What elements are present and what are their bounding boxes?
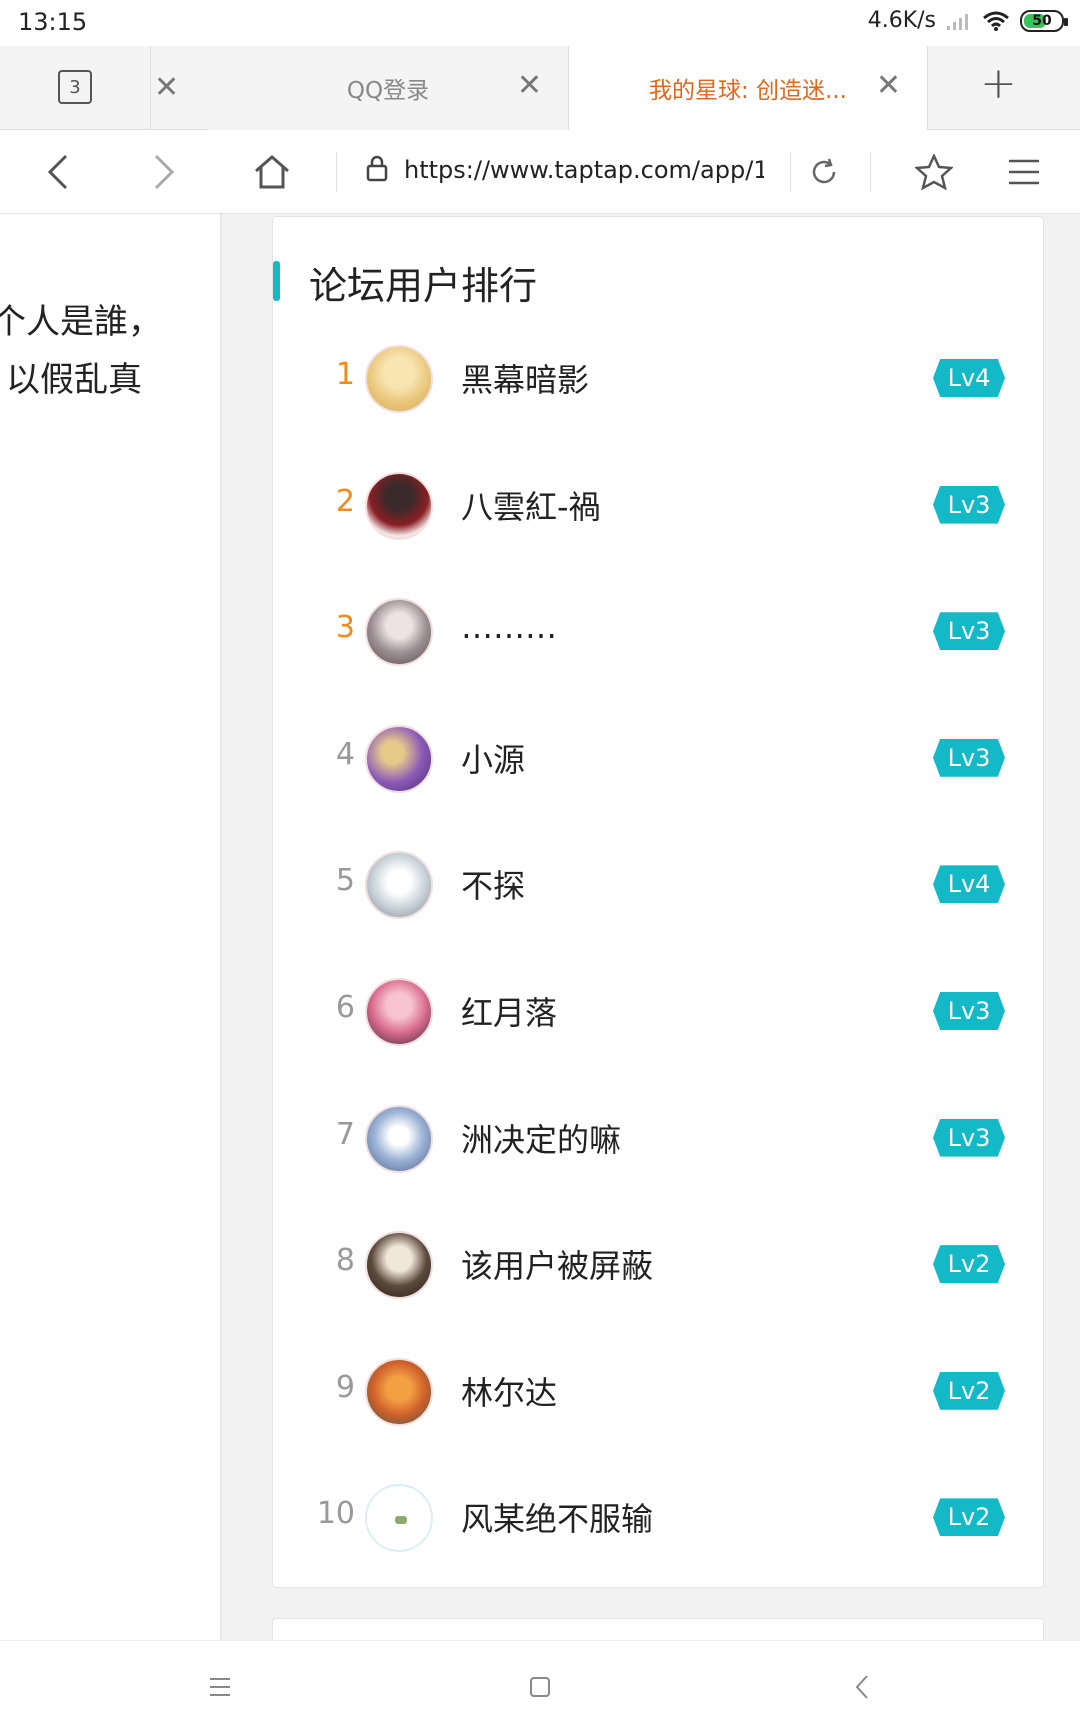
- tab-qq-login[interactable]: QQ登录 ✕: [208, 46, 568, 130]
- rank-number: 1: [335, 357, 355, 392]
- back-triangle-icon[interactable]: [842, 1667, 882, 1707]
- forum-user-ranking-card: 论坛用户排行 1 黑幕暗影 Lv4 2 八雲紅-禍 Lv3 3 ……… Lv3 …: [272, 216, 1044, 1588]
- home-icon[interactable]: [250, 150, 294, 194]
- battery-level: 50: [1032, 12, 1052, 29]
- username[interactable]: 小源: [461, 735, 525, 781]
- network-speed: 4.6K/s: [867, 8, 936, 33]
- ranking-row[interactable]: 6 红月落 Lv3: [273, 950, 1045, 1077]
- status-bar: 13:15 4.6K/s 50: [0, 0, 1080, 46]
- user-avatar[interactable]: [365, 1357, 433, 1426]
- ranking-row[interactable]: 10 风某绝不服输 Lv2: [273, 1456, 1045, 1583]
- tab-active-taptap[interactable]: 我的星球: 创造迷... ✕: [568, 46, 928, 130]
- rank-number: 8: [335, 1243, 355, 1279]
- reload-icon[interactable]: [802, 150, 846, 194]
- ranking-row[interactable]: 5 不探 Lv4: [273, 823, 1045, 950]
- level-badge: Lv3: [933, 991, 1005, 1030]
- url-field[interactable]: https://www.taptap.com/app/183: [404, 156, 764, 184]
- user-avatar[interactable]: [365, 345, 433, 413]
- left-article-column: 个人是誰， 以假乱真: [0, 214, 222, 1640]
- tab-title: QQ登录: [346, 78, 430, 104]
- level-badge: Lv3: [933, 612, 1005, 651]
- status-time: 13:15: [18, 8, 88, 36]
- user-avatar[interactable]: [365, 724, 433, 793]
- tab-title: 我的星球: 创造迷...: [649, 78, 847, 104]
- username[interactable]: 红月落: [461, 988, 557, 1034]
- ranking-row[interactable]: 8 该用户被屏蔽 Lv2: [273, 1203, 1045, 1330]
- level-badge: Lv3: [933, 738, 1005, 777]
- ranking-row[interactable]: 9 林尔达 Lv2: [273, 1330, 1045, 1457]
- user-avatar[interactable]: [365, 1231, 433, 1300]
- rank-number: 9: [335, 1369, 355, 1405]
- level-badge: Lv4: [933, 359, 1005, 397]
- recent-apps-icon[interactable]: [200, 1667, 240, 1707]
- new-tab-button[interactable]: +: [980, 58, 1017, 109]
- tab-switcher-button[interactable]: 3: [58, 70, 92, 104]
- level-badge: Lv2: [933, 1371, 1005, 1410]
- username[interactable]: 黑幕暗影: [461, 355, 589, 401]
- article-text-line: 个人是誰，: [0, 302, 162, 342]
- home-square-icon[interactable]: [520, 1667, 560, 1707]
- close-tab-icon[interactable]: ✕: [517, 68, 542, 103]
- status-indicators: 4.6K/s 50: [867, 8, 1068, 33]
- ranking-row[interactable]: 7 洲决定的嘛 Lv3: [273, 1077, 1045, 1204]
- level-badge: Lv3: [933, 1118, 1005, 1157]
- ranking-row[interactable]: 4 小源 Lv3: [273, 697, 1045, 824]
- username[interactable]: 该用户被屏蔽: [461, 1241, 653, 1287]
- system-navigation-bar: [0, 1640, 1080, 1728]
- browser-screen: 13:15 4.6K/s 50 3 ✕ QQ登录 ✕ 我的星球: 创造迷... …: [0, 0, 1080, 1728]
- web-content: 个人是誰， 以假乱真 论坛用户排行 1 黑幕暗影 Lv4 2 八雲紅-禍 Lv3: [0, 214, 1080, 1678]
- wifi-icon: [982, 10, 1010, 32]
- level-badge: Lv2: [933, 1498, 1005, 1537]
- user-avatar[interactable]: [365, 1484, 433, 1553]
- article-text-line: 以假乱真: [6, 360, 142, 400]
- menu-icon[interactable]: [1002, 150, 1046, 194]
- ranking-row[interactable]: 2 八雲紅-禍 Lv3: [273, 444, 1045, 571]
- close-tab-icon[interactable]: ✕: [876, 68, 901, 103]
- username[interactable]: 八雲紅-禍: [461, 482, 601, 528]
- user-avatar[interactable]: [365, 598, 433, 667]
- user-avatar[interactable]: [365, 851, 433, 920]
- level-badge: Lv2: [933, 1245, 1005, 1284]
- tab-bar: 3 ✕ QQ登录 ✕ 我的星球: 创造迷... ✕ +: [0, 46, 1080, 130]
- forward-icon[interactable]: [142, 150, 186, 194]
- close-icon[interactable]: ✕: [154, 70, 179, 105]
- ranking-row[interactable]: 3 ……… Lv3: [273, 570, 1045, 697]
- bookmark-star-icon[interactable]: [912, 150, 956, 194]
- level-badge: Lv3: [933, 485, 1005, 524]
- rank-number: 4: [335, 736, 355, 772]
- user-avatar[interactable]: [365, 1104, 433, 1173]
- signal-icon: [946, 11, 972, 31]
- username[interactable]: 洲决定的嘛: [461, 1115, 621, 1161]
- user-avatar[interactable]: [365, 471, 433, 540]
- rank-number: 2: [335, 483, 355, 519]
- level-badge: Lv4: [933, 865, 1005, 904]
- username[interactable]: 林尔达: [461, 1368, 557, 1414]
- address-toolbar: https://www.taptap.com/app/183: [0, 130, 1080, 214]
- rank-number: 5: [335, 863, 355, 899]
- ranking-list: 1 黑幕暗影 Lv4 2 八雲紅-禍 Lv3 3 ……… Lv3 4 小源 Lv…: [273, 317, 1045, 1583]
- lock-icon: [366, 154, 388, 186]
- rank-number: 10: [316, 1496, 355, 1532]
- rank-number: 3: [335, 610, 355, 646]
- rank-number: 7: [335, 1116, 355, 1152]
- user-avatar[interactable]: [365, 977, 433, 1046]
- username[interactable]: 风某绝不服输: [461, 1494, 653, 1540]
- rank-number: 6: [335, 989, 355, 1025]
- username[interactable]: ………: [461, 608, 557, 646]
- ranking-row[interactable]: 1 黑幕暗影 Lv4: [273, 317, 1045, 444]
- card-title: 论坛用户排行: [309, 264, 538, 308]
- username[interactable]: 不探: [461, 861, 525, 907]
- battery-icon: 50: [1020, 9, 1068, 32]
- title-accent-bar: [273, 261, 280, 301]
- back-icon[interactable]: [36, 150, 80, 194]
